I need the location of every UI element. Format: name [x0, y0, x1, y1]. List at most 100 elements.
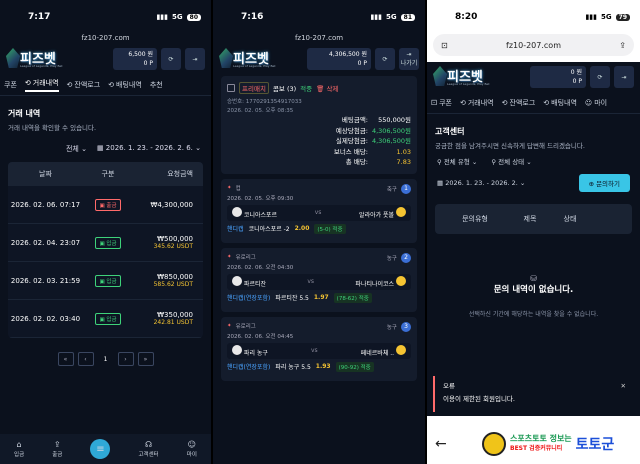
col-type: 문의유형: [462, 215, 488, 223]
signal-icon: ▮▮▮: [585, 13, 598, 21]
slip-row: 예상당첨금: 4,306,500원: [335, 126, 411, 135]
section-title: 거래 내역: [8, 109, 41, 118]
result-badge: (78-62) 적중: [333, 292, 372, 303]
phone-bet-detail: 7:16 ▮▮▮ 5G 81 fz10-207.com 피즈벳 League of L…: [213, 0, 425, 464]
table-row[interactable]: 2026. 02. 04. 23:07 ▣ 입금 ₩500,000 345.62 US…: [8, 224, 203, 262]
type-badge: ▣ 입금: [95, 236, 121, 249]
inquiry-table: 문의유형 제목 상태: [435, 204, 632, 234]
signal-icon: ▮▮▮: [156, 13, 169, 21]
tab-recommend[interactable]: 추천: [150, 80, 163, 90]
logout-icon[interactable]: ⇥: [614, 66, 634, 88]
match-row: 파르티잔 vs 파나티나이코스: [227, 273, 411, 290]
page-1[interactable]: 1: [98, 352, 114, 366]
slip-row: 총 배당: 7.83: [345, 158, 411, 166]
date-range-picker[interactable]: ▦ 2026. 1. 23. - 2026. 2. ⌄: [437, 179, 525, 187]
team-logo: [232, 344, 242, 355]
nav-withdraw[interactable]: ⇪ 출금: [52, 440, 62, 458]
refresh-icon[interactable]: ⟳: [375, 48, 395, 70]
header: 피즈벳 League of Legends, Play Bet 6,500 원 0 …: [0, 44, 211, 74]
close-icon[interactable]: ✕: [621, 382, 626, 390]
market: 핸디캡: [227, 226, 244, 233]
transactions-table: 날짜 구분 요청금액 2026. 02. 06. 07:17 ▣ 출금 ₩4,300,0…: [8, 162, 203, 338]
date-range-picker[interactable]: ▦ 2026. 1. 23. - 2026. 2. 6. ⌄: [97, 144, 201, 154]
address-bar[interactable]: ⊡ fz10-207.com ⇪: [433, 34, 634, 56]
wallet-box[interactable]: 4,306,500 원 0 P: [307, 48, 371, 70]
sport-label: 축구: [386, 186, 397, 193]
bet-item[interactable]: ✦ 컵 축구 1 2026. 02. 05. 오후 09:30 코니아스포르 vs 알…: [221, 178, 417, 243]
tab-transactions[interactable]: ⟲ 거래내역: [24, 78, 59, 92]
delete-button[interactable]: 🗑 삭제: [316, 83, 338, 93]
type-badge: ▣ 입금: [95, 312, 121, 325]
url-text[interactable]: fz10-207.com: [506, 41, 561, 50]
next-page-button[interactable]: ›: [117, 352, 134, 366]
tab-transactions[interactable]: ⟲ 거래내역: [460, 98, 494, 108]
site-settings-icon[interactable]: ⊡: [441, 41, 448, 50]
tab-bets[interactable]: ⟲ 배팅내역: [108, 80, 142, 90]
tab-bets[interactable]: ⟲ 배팅내역: [543, 98, 577, 108]
wallet-box[interactable]: 6,500 원 0 P: [113, 48, 157, 70]
back-icon[interactable]: ←: [435, 436, 447, 452]
bet-item[interactable]: ✦ 유로리그 농구 2 2026. 02. 06. 오전 04:30 파르티잔 vs…: [221, 247, 417, 312]
battery-icon: 79: [615, 13, 630, 21]
share-icon[interactable]: ⇪: [619, 41, 626, 50]
section-title: 고객센터: [435, 127, 465, 136]
exit-button[interactable]: ⇥ 나가기: [399, 48, 419, 70]
bet-item[interactable]: ✦ 유로리그 농구 3 2026. 02. 06. 오전 04:45 파리 농구 v…: [221, 316, 417, 381]
battery-icon: 81: [400, 13, 415, 21]
logout-icon[interactable]: ⇥: [185, 48, 205, 70]
nav-support[interactable]: ☊ 고객센터: [138, 440, 158, 458]
team-logo: [232, 206, 242, 217]
status-badge: 적중: [300, 85, 313, 93]
header: 피즈벳 League of Legends, Play Bet 0 원0 P ⟳ …: [427, 62, 640, 92]
bet-date: 2026. 02. 05. 오후 08:35: [227, 108, 294, 114]
logo[interactable]: 피즈벳 League of Legends, Play Bet: [6, 46, 68, 72]
market: 핸디캡(연장포함): [227, 364, 271, 371]
section-desc: 거래 내역을 확인할 수 있습니다.: [8, 124, 97, 132]
ask-button[interactable]: ⊕ 문의하기: [578, 174, 630, 192]
status-select[interactable]: ⚲ 전체 상태 ⌄: [491, 156, 531, 166]
points: 0 P: [572, 78, 582, 85]
wallet-box[interactable]: 0 원0 P: [530, 66, 586, 88]
select-checkbox[interactable]: [227, 84, 235, 92]
clock: 7:17: [28, 12, 51, 22]
url-label[interactable]: fz10-207.com: [213, 34, 425, 44]
table-row[interactable]: 2026. 02. 03. 21:59 ▣ 입금 ₩850,000 585.62 US…: [8, 262, 203, 300]
browser-toolbar: ← 스포츠토토 정보는 BEST 검증커뮤니티 토토군: [427, 424, 640, 464]
market: 핸디캡(연장포함): [227, 295, 271, 302]
slip-row: 베팅금액: 550,000원: [341, 116, 411, 124]
type-select[interactable]: ⚲ 전체 유형 ⌄: [437, 156, 477, 166]
first-page-button[interactable]: «: [57, 352, 74, 366]
tab-balance-log[interactable]: ⟲ 잔액로그: [67, 80, 101, 90]
table-row[interactable]: 2026. 02. 02. 03:40 ▣ 입금 ₩350,000 242.81 US…: [8, 300, 203, 338]
slip-row: 실제당첨금: 4,306,500원: [335, 137, 411, 145]
tab-my[interactable]: ☺ 마이: [585, 98, 607, 108]
type-badge: ▣ 입금: [95, 274, 121, 287]
odds: 1.93: [315, 363, 331, 370]
sport-label: 농구: [386, 255, 397, 262]
refresh-icon[interactable]: ⟳: [161, 48, 181, 70]
url-label[interactable]: fz10-207.com: [0, 34, 211, 44]
logo[interactable]: 피즈벳 League of Legends, Play Bet: [433, 64, 495, 90]
last-page-button[interactable]: »: [137, 352, 154, 366]
logo[interactable]: 피즈벳 League of Legends, Play Bet: [219, 46, 281, 72]
sport-label: 농구: [386, 324, 397, 331]
nav-my[interactable]: ☺ 마이: [187, 440, 197, 458]
nav-deposit[interactable]: ⌂ 입금: [14, 440, 24, 458]
table-row[interactable]: 2026. 02. 06. 07:17 ▣ 출금 ₩4,300,000: [8, 186, 203, 224]
menu-icon[interactable]: ≡: [90, 439, 111, 459]
phone-transactions: 7:17 ▮▮▮ 5G 80 fz10-207.com 피즈벳 League of L…: [0, 0, 211, 464]
tab-coupon[interactable]: ⚀ 쿠폰: [431, 98, 452, 108]
status-bar: 8:20 ▮▮▮ 5G 79: [427, 0, 640, 34]
tab-balance-log[interactable]: ⟲ 잔액로그: [502, 98, 536, 108]
balance: 0 원: [570, 69, 582, 76]
balance: 4,306,500 원: [329, 51, 367, 58]
prev-page-button[interactable]: ‹: [77, 352, 94, 366]
tab-coupon[interactable]: 쿠폰: [4, 80, 17, 90]
balance: 6,500 원: [128, 51, 153, 58]
league-icon: ✦: [227, 322, 232, 329]
type-filter[interactable]: 전체 ⌄: [66, 144, 87, 154]
refresh-icon[interactable]: ⟳: [590, 66, 610, 88]
prematch-badge: 프리매치: [239, 82, 269, 94]
empty-state: ⛁ 문의 내역이 없습니다. 선택하신 기간에 해당하는 내역을 찾을 수 없습…: [427, 274, 640, 318]
odds: 2.00: [294, 225, 310, 232]
